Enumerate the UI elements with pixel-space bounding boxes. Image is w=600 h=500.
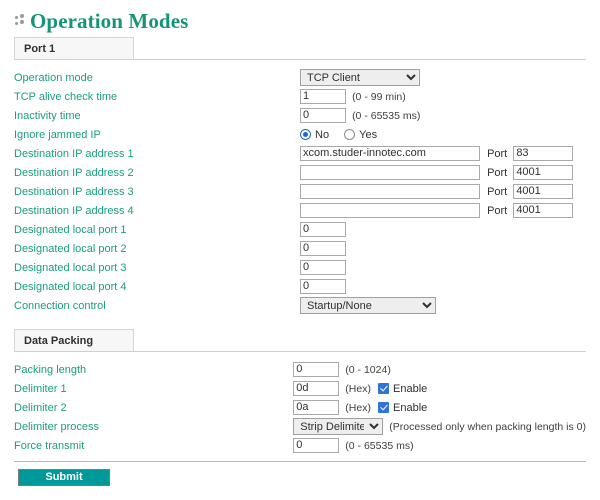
delimiter-2-enable-label: Enable (393, 402, 427, 414)
label-inactivity-time: Inactivity time (14, 106, 300, 125)
label-designated-local-port-3: Designated local port 3 (14, 258, 300, 277)
label-destination-ip-4: Destination IP address 4 (14, 201, 300, 220)
label-operation-mode: Operation mode (14, 68, 300, 87)
table-row: Destination IP address 3 Port (14, 182, 586, 201)
delimiter-1-enable-label: Enable (393, 383, 427, 395)
table-row: Designated local port 1 (14, 220, 586, 239)
delimiter-process-select[interactable]: Strip Delimiter (293, 418, 383, 435)
table-row: Delimiter 2 (Hex) Enable (14, 398, 586, 417)
destination-port-1-input[interactable] (513, 146, 573, 161)
section-data-packing: Data Packing Packing length (0 - 1024) D… (14, 328, 586, 455)
three-dots-icon (14, 13, 28, 29)
destination-ip-4-input[interactable] (300, 203, 480, 218)
hint-packing-length: (0 - 1024) (345, 364, 391, 376)
label-packing-length: Packing length (14, 360, 293, 379)
delimiter-1-enable-checkbox[interactable]: Enable (378, 383, 427, 395)
table-row: Packing length (0 - 1024) (14, 360, 586, 379)
table-row: Destination IP address 1 Port (14, 144, 586, 163)
section-port-1: Port 1 Operation mode TCP Client TCP ali… (14, 36, 586, 315)
delimiter-2-enable-checkbox[interactable]: Enable (378, 402, 427, 414)
hint-force-transmit: (0 - 65535 ms) (345, 440, 413, 452)
table-row: Inactivity time (0 - 65535 ms) (14, 106, 586, 125)
radio-yes-indicator (344, 129, 355, 140)
table-row: Delimiter process Strip Delimiter (Proce… (14, 417, 586, 436)
hint-delimiter-1: (Hex) (345, 383, 371, 395)
destination-ip-3-input[interactable] (300, 184, 480, 199)
data-packing-form: Packing length (0 - 1024) Delimiter 1 (H… (14, 360, 586, 455)
table-row: Designated local port 4 (14, 277, 586, 296)
label-delimiter-process: Delimiter process (14, 417, 293, 436)
hint-tcp-alive-check-time: (0 - 99 min) (352, 91, 406, 103)
destination-port-4-input[interactable] (513, 203, 573, 218)
table-row: Designated local port 2 (14, 239, 586, 258)
label-destination-ip-1: Destination IP address 1 (14, 144, 300, 163)
operation-mode-select[interactable]: TCP Client (300, 69, 420, 86)
footer: Submit (0, 462, 600, 486)
ignore-jammed-ip-radio-no[interactable]: No (300, 129, 329, 141)
label-destination-ip-2: Destination IP address 2 (14, 163, 300, 182)
label-force-transmit: Force transmit (14, 436, 293, 455)
tcp-alive-check-time-input[interactable] (300, 89, 346, 104)
inactivity-time-input[interactable] (300, 108, 346, 123)
section-header-port-1: Port 1 (14, 36, 586, 60)
page-title: Operation Modes (30, 11, 188, 32)
destination-ip-2-input[interactable] (300, 165, 480, 180)
force-transmit-input[interactable] (293, 438, 339, 453)
destination-port-2-input[interactable] (513, 165, 573, 180)
checkmark-icon (378, 402, 389, 413)
port-1-form: Operation mode TCP Client TCP alive chec… (14, 68, 586, 315)
tab-port-1[interactable]: Port 1 (14, 37, 134, 59)
delimiter-1-input[interactable] (293, 381, 339, 396)
label-destination-ip-3: Destination IP address 3 (14, 182, 300, 201)
table-row: Force transmit (0 - 65535 ms) (14, 436, 586, 455)
table-row: Ignore jammed IP No Yes (14, 125, 586, 144)
radio-no-indicator (300, 129, 311, 140)
destination-port-3-input[interactable] (513, 184, 573, 199)
designated-local-port-3-input[interactable] (300, 260, 346, 275)
label-delimiter-2: Delimiter 2 (14, 398, 293, 417)
table-row: Destination IP address 4 Port (14, 201, 586, 220)
designated-local-port-4-input[interactable] (300, 279, 346, 294)
delimiter-2-input[interactable] (293, 400, 339, 415)
ignore-jammed-ip-radio-yes[interactable]: Yes (344, 129, 377, 141)
table-row: TCP alive check time (0 - 99 min) (14, 87, 586, 106)
label-tcp-alive-check-time: TCP alive check time (14, 87, 300, 106)
packing-length-input[interactable] (293, 362, 339, 377)
connection-control-select[interactable]: Startup/None (300, 297, 436, 314)
destination-ip-1-input[interactable] (300, 146, 480, 161)
port-label-3: Port (487, 186, 507, 198)
label-designated-local-port-1: Designated local port 1 (14, 220, 300, 239)
label-ignore-jammed-ip: Ignore jammed IP (14, 125, 300, 144)
designated-local-port-1-input[interactable] (300, 222, 346, 237)
checkmark-icon (378, 383, 389, 394)
label-designated-local-port-2: Designated local port 2 (14, 239, 300, 258)
section-header-data-packing: Data Packing (14, 328, 586, 352)
radio-yes-label: Yes (359, 129, 377, 141)
table-row: Delimiter 1 (Hex) Enable (14, 379, 586, 398)
table-row: Designated local port 3 (14, 258, 586, 277)
table-row: Operation mode TCP Client (14, 68, 586, 87)
note-delimiter-process: (Processed only when packing length is 0… (389, 421, 586, 433)
hint-delimiter-2: (Hex) (345, 402, 371, 414)
label-designated-local-port-4: Designated local port 4 (14, 277, 300, 296)
page-header: Operation Modes (0, 0, 600, 36)
designated-local-port-2-input[interactable] (300, 241, 346, 256)
port-label-4: Port (487, 205, 507, 217)
tab-data-packing[interactable]: Data Packing (14, 329, 134, 351)
table-row: Destination IP address 2 Port (14, 163, 586, 182)
port-label-2: Port (487, 167, 507, 179)
submit-button[interactable]: Submit (18, 469, 110, 486)
radio-no-label: No (315, 129, 329, 141)
label-delimiter-1: Delimiter 1 (14, 379, 293, 398)
port-label-1: Port (487, 148, 507, 160)
hint-inactivity-time: (0 - 65535 ms) (352, 110, 420, 122)
label-connection-control: Connection control (14, 296, 300, 315)
table-row: Connection control Startup/None (14, 296, 586, 315)
